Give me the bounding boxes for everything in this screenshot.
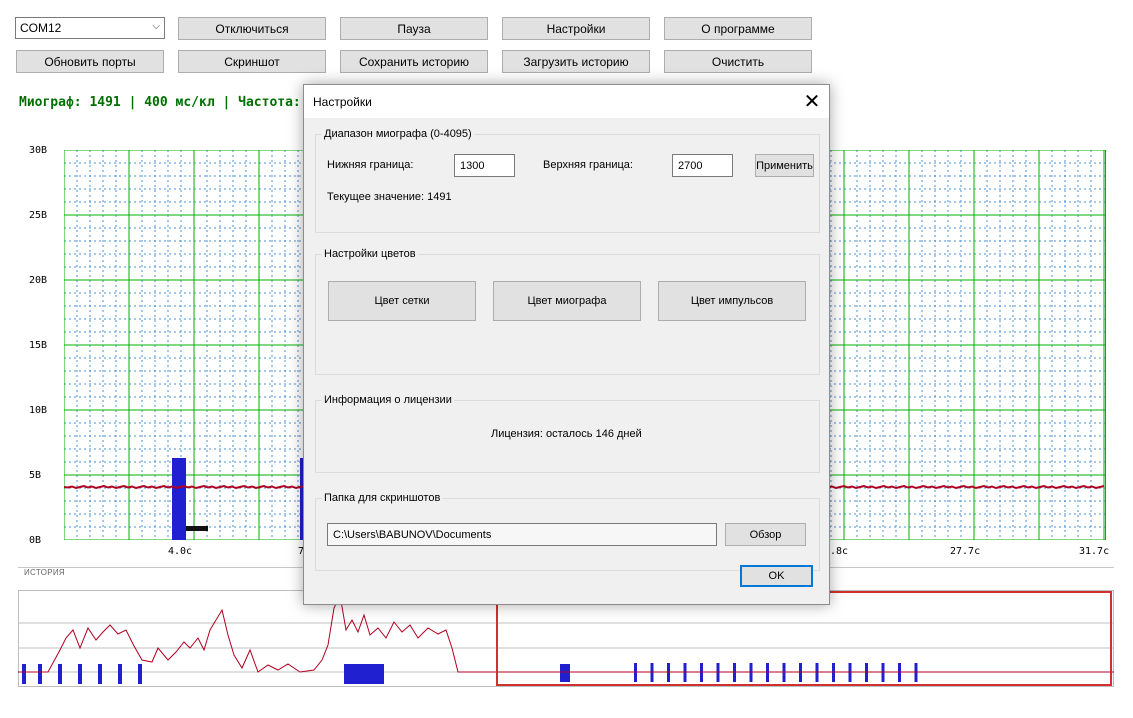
history-title: ИСТОРИЯ <box>24 568 65 577</box>
history-pulse <box>38 664 42 684</box>
disconnect-button[interactable]: Отключиться <box>178 17 326 40</box>
history-pulse <box>344 664 384 684</box>
refresh-ports-button[interactable]: Обновить порты <box>16 50 164 73</box>
y-tick-label: 20В <box>29 275 48 286</box>
settings-dialog: Настройки ✕ Диапазон миографа (0-4095) Н… <box>303 84 830 605</box>
grid-color-button[interactable]: Цвет сетки <box>328 281 476 321</box>
history-pulse <box>560 664 570 682</box>
y-tick-label: 0В <box>29 535 42 546</box>
settings-button[interactable]: Настройки <box>502 17 650 40</box>
pulse-marker <box>186 526 208 531</box>
range-group-label: Диапазон миографа (0-4095) <box>322 128 474 140</box>
y-tick-label: 10В <box>29 405 48 416</box>
browse-button[interactable]: Обзор <box>725 523 806 546</box>
screenshot-folder-path[interactable]: C:\Users\BABUNOV\Documents <box>327 523 717 546</box>
lower-bound-label: Нижняя граница: <box>327 159 414 171</box>
range-group <box>315 134 820 233</box>
ok-button[interactable]: OK <box>740 565 813 587</box>
history-pulse <box>98 664 102 684</box>
license-group-label: Информация о лицензии <box>322 394 454 406</box>
pulse-bar <box>172 458 186 540</box>
folder-group-label: Папка для скриншотов <box>322 492 443 504</box>
close-icon[interactable]: ✕ <box>795 85 829 118</box>
save-history-button[interactable]: Сохранить историю <box>340 50 488 73</box>
x-tick-label: 4.0с <box>168 546 193 557</box>
screenshot-button[interactable]: Скриншот <box>178 50 326 73</box>
clear-button[interactable]: Очистить <box>664 50 812 73</box>
lower-bound-input[interactable]: 1300 <box>454 154 515 177</box>
dialog-title: Настройки <box>313 95 372 109</box>
upper-bound-label: Верхняя граница: <box>543 159 633 171</box>
colors-group-label: Настройки цветов <box>322 248 418 260</box>
pulse-color-button[interactable]: Цвет импульсов <box>658 281 806 321</box>
x-tick-label: .8с <box>830 546 849 557</box>
y-tick-label: 25В <box>29 210 48 221</box>
y-tick-label: 15В <box>29 340 48 351</box>
about-button[interactable]: О программе <box>664 17 812 40</box>
y-tick-label: 5В <box>29 470 42 481</box>
status-line: Миограф: 1491 | 400 мс/кл | Частота: 1.0… <box>19 95 340 110</box>
x-tick-label: 31.7с <box>1079 546 1110 557</box>
license-status: Лицензия: осталось 146 дней <box>491 428 642 440</box>
y-tick-label: 30В <box>29 145 48 156</box>
x-tick-label: 27.7с <box>950 546 981 557</box>
chevron-down-icon: ⌵ <box>152 21 160 32</box>
myograph-color-button[interactable]: Цвет миографа <box>493 281 641 321</box>
upper-bound-input[interactable]: 2700 <box>672 154 733 177</box>
load-history-button[interactable]: Загрузить историю <box>502 50 650 73</box>
history-pulse <box>118 664 122 684</box>
port-select[interactable]: COM12 ⌵ <box>15 17 165 39</box>
history-pulse <box>58 664 62 684</box>
dialog-titlebar: Настройки ✕ <box>304 85 829 118</box>
history-pulse <box>138 664 142 684</box>
history-pulse <box>78 664 82 684</box>
pause-button[interactable]: Пауза <box>340 17 488 40</box>
port-select-value: COM12 <box>20 21 62 35</box>
history-pulse <box>22 664 26 684</box>
apply-button[interactable]: Применить <box>755 154 814 177</box>
current-value-label: Текущее значение: 1491 <box>327 191 452 203</box>
